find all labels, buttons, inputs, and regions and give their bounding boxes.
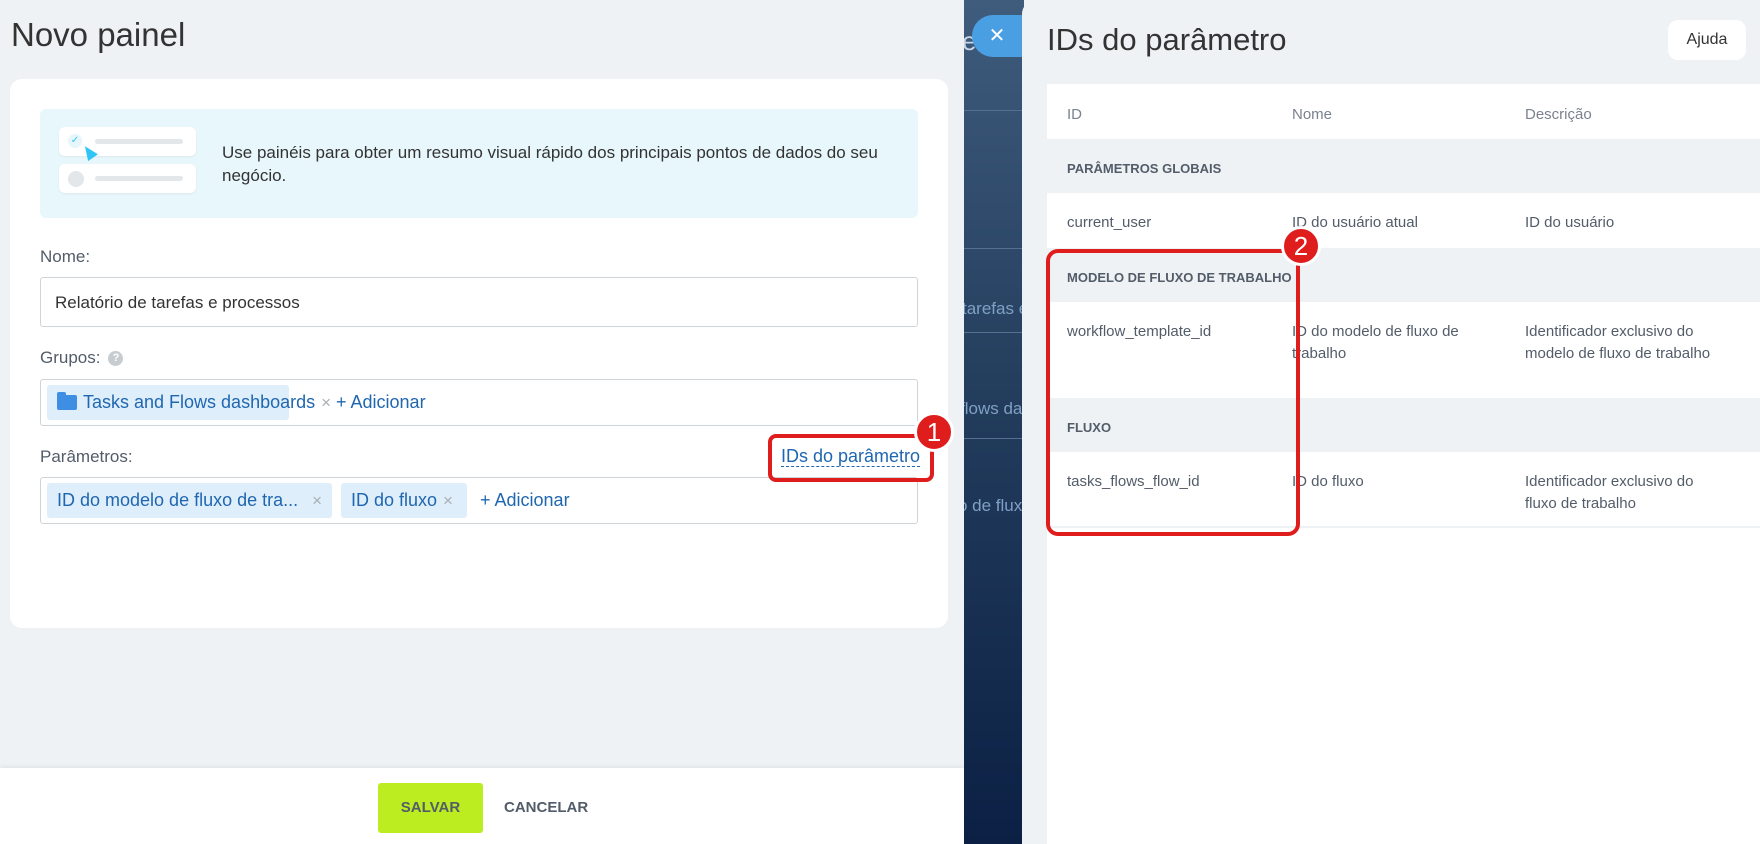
table-cell-description: ID do usuário [1525, 214, 1615, 231]
info-text: Use painéis para obter um resumo visual … [222, 143, 878, 185]
remove-param-tag-icon[interactable]: × [312, 491, 322, 510]
dashboard-illustration-icon: ✓ [59, 127, 196, 201]
remove-group-tag-icon[interactable]: × [321, 393, 331, 412]
column-header-description: Descrição [1525, 106, 1592, 123]
info-banner: ✓ Use painéis para obter um resumo visua… [40, 109, 918, 218]
section-header: PARÂMETROS GLOBAIS [1047, 139, 1760, 193]
params-label: Parâmetros: [40, 447, 133, 466]
folder-icon [57, 392, 77, 410]
groups-label-text: Grupos: [40, 348, 101, 367]
column-header-name: Nome [1292, 106, 1333, 123]
add-param-link[interactable]: + Adicionar [480, 483, 570, 518]
groups-field[interactable]: Tasks and Flows dashboards × + Adicionar [40, 379, 918, 426]
close-icon: ✕ [988, 25, 1006, 47]
footer-bar: SALVAR CANCELAR [0, 768, 964, 844]
panel-title: IDs do parâmetro [1047, 22, 1287, 57]
close-slider-button[interactable]: ✕ [972, 15, 1022, 57]
param-tag[interactable]: ID do modelo de fluxo de tra... × [47, 483, 332, 518]
group-tag-label: Tasks and Flows dashboards [83, 392, 316, 412]
highlight-box-1 [768, 434, 934, 482]
group-tag[interactable]: Tasks and Flows dashboards × [47, 385, 331, 420]
table-cell-description: Identificador exclusivo do modelo de flu… [1525, 323, 1711, 362]
table-cell-name: ID do modelo de fluxo de trabalho [1292, 323, 1459, 362]
highlight-box-2 [1046, 249, 1300, 536]
table-cell-id: current_user [1067, 214, 1152, 231]
param-tag-label: ID do fluxo [351, 490, 438, 510]
help-icon[interactable]: ? [108, 351, 124, 366]
add-group-link[interactable]: + Adicionar [336, 385, 426, 420]
table-cell-name: ID do fluxo [1292, 473, 1364, 490]
params-field[interactable]: ID do modelo de fluxo de tra... × ID do f… [40, 477, 918, 524]
page-title: Novo painel [11, 16, 186, 53]
background-overlay: e tarefas e flows da o de flux [964, 0, 1024, 844]
groups-label: Grupos:? [40, 348, 124, 368]
table-cell-description: Identificador exclusivo do fluxo de trab… [1525, 473, 1694, 512]
remove-param-tag-icon[interactable]: × [443, 491, 453, 510]
cancel-button[interactable]: CANCELAR [504, 783, 588, 833]
column-header-id: ID [1067, 106, 1082, 123]
param-tag[interactable]: ID do fluxo × [341, 483, 467, 518]
name-input-value: Relatório de tarefas e processos [55, 293, 300, 312]
step-badge-1: 1 [914, 412, 954, 452]
name-label: Nome: [40, 247, 91, 266]
param-tag-label: ID do modelo de fluxo de tra... [57, 490, 299, 510]
overlay-text: o de flux [964, 496, 1023, 515]
help-button[interactable]: Ajuda [1668, 20, 1746, 60]
overlay-text: flows da [964, 399, 1023, 418]
save-button[interactable]: SALVAR [378, 783, 483, 833]
overlay-text: tarefas e [964, 299, 1024, 318]
step-badge-2: 2 [1281, 226, 1321, 266]
name-input[interactable]: Relatório de tarefas e processos [40, 277, 918, 327]
